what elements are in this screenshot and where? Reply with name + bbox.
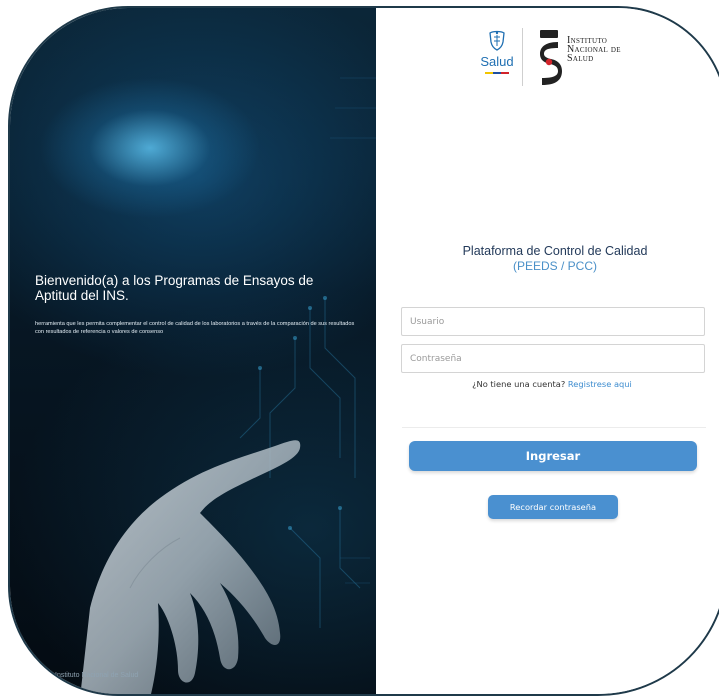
login-button[interactable]: Ingresar — [409, 441, 697, 471]
ins-name-line3: Salud — [567, 53, 594, 64]
logo-divider — [522, 28, 523, 86]
hand-graphic — [80, 440, 301, 694]
welcome-description: herramienta que les permita complementar… — [35, 321, 355, 335]
register-link[interactable]: Registrese aqui — [568, 379, 632, 389]
welcome-title: Bienvenido(a) a los Programas de Ensayos… — [35, 273, 314, 303]
footer-copyright: Instituto Nacional de Salud — [55, 672, 139, 679]
remember-password-button[interactable]: Recordar contraseña — [488, 495, 618, 519]
password-input[interactable] — [401, 344, 705, 373]
hero-panel: Bienvenido(a) a los Programas de Ensayos… — [10, 8, 376, 694]
platform-subtitle: (PEEDS / PCC) — [512, 259, 597, 273]
ins-logo: Instituto Nacional de Salud — [536, 30, 656, 86]
ins-emblem-icon — [540, 30, 562, 85]
colombia-flag-bar — [485, 72, 509, 74]
username-input[interactable] — [401, 307, 705, 336]
form-separator — [402, 427, 706, 428]
ins-name: Instituto Nacional de Salud — [567, 36, 621, 64]
coat-of-arms-icon — [489, 30, 505, 51]
no-account-text: ¿No tiene una cuenta? — [472, 379, 566, 389]
platform-title: Plataforma de Control de Calidad — [462, 244, 648, 258]
register-prompt: ¿No tiene una cuenta? Registrese aqui — [400, 379, 704, 389]
